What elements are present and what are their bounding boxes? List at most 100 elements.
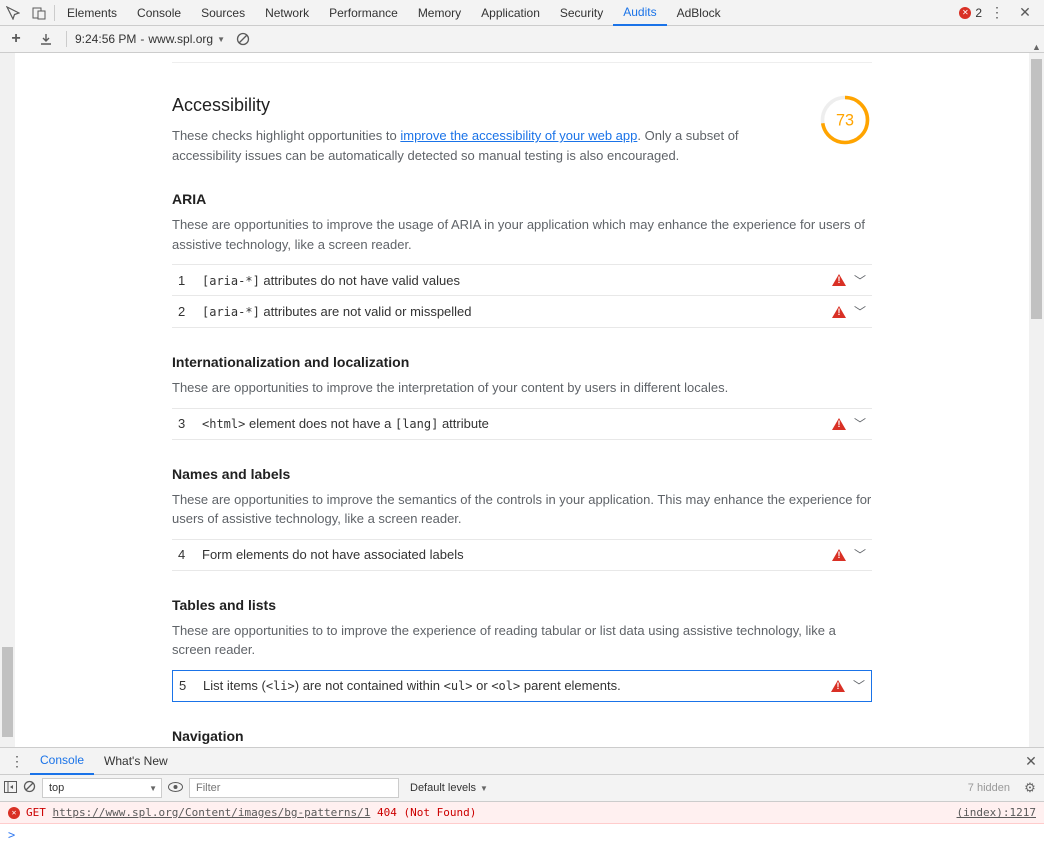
panel-tabs: Elements Console Sources Network Perform…: [57, 0, 959, 26]
scroll-up-icon[interactable]: ▲: [1029, 39, 1044, 54]
audit-issue-row[interactable]: 1 [aria-*] attributes do not have valid …: [172, 264, 872, 296]
space: [370, 806, 377, 819]
chevron-down-icon[interactable]: ﹀: [854, 272, 866, 289]
tab-sources[interactable]: Sources: [191, 0, 255, 26]
scroll-thumb[interactable]: [1031, 59, 1042, 319]
log-levels-dropdown[interactable]: Default levels▼: [405, 779, 493, 797]
console-sidebar-toggle-icon[interactable]: [4, 781, 17, 796]
clear-console-icon[interactable]: [23, 780, 36, 796]
error-count: 2: [975, 6, 982, 20]
request-status: 404 (Not Found): [377, 806, 476, 819]
section-desc-names: These are opportunities to improve the s…: [172, 490, 872, 529]
chevron-down-icon[interactable]: ﹀: [854, 303, 866, 320]
separator: [54, 5, 55, 21]
tab-performance[interactable]: Performance: [319, 0, 408, 26]
score-value: 73: [836, 111, 854, 129]
request-method: GET: [26, 806, 46, 819]
score-legend: Score scale: 90-100 50-89 0-49: [172, 53, 872, 63]
audit-run-label[interactable]: 9:24:56 PM - www.spl.org ▼: [75, 32, 225, 46]
tab-security[interactable]: Security: [550, 0, 613, 26]
issue-text: <html> element does not have a [lang] at…: [202, 416, 832, 431]
issue-mid2: or: [473, 678, 492, 693]
audit-issue-row[interactable]: 3 <html> element does not have a [lang] …: [172, 408, 872, 440]
section-title-nav: Navigation: [172, 728, 872, 744]
separator: [66, 31, 67, 47]
hidden-messages-count[interactable]: 7 hidden: [968, 782, 1014, 794]
issue-number: 4: [178, 547, 202, 562]
issue-code: [aria-*]: [202, 274, 260, 288]
legend-range-fail: 0-49: [848, 53, 872, 56]
warning-icon: [831, 680, 845, 692]
dropdown-caret-icon: ▼: [149, 784, 157, 793]
section-title-names: Names and labels: [172, 466, 872, 482]
issue-code: [aria-*]: [202, 305, 260, 319]
issue-code: <ul>: [444, 679, 473, 693]
error-count-badge[interactable]: 2: [959, 6, 982, 20]
chevron-down-icon[interactable]: ﹀: [854, 415, 866, 432]
live-expression-icon[interactable]: [168, 781, 183, 795]
request-url-link[interactable]: https://www.spl.org/Content/images/bg-pa…: [53, 806, 371, 819]
drawer-tab-console[interactable]: Console: [30, 748, 94, 775]
levels-value: Default levels: [410, 782, 476, 794]
section-title-tables: Tables and lists: [172, 597, 872, 613]
vertical-scrollbar[interactable]: ▲ ▼: [1029, 53, 1044, 747]
issue-text: [aria-*] attributes are not valid or mis…: [202, 304, 832, 319]
issue-code: <li>: [266, 679, 295, 693]
drawer-more-icon[interactable]: ⋮: [4, 753, 30, 770]
inspect-element-icon[interactable]: [0, 0, 26, 26]
section-title-aria: ARIA: [172, 191, 872, 207]
section-desc-aria: These are opportunities to improve the u…: [172, 215, 872, 254]
category-description: These checks highlight opportunities to …: [172, 126, 798, 165]
download-icon[interactable]: [34, 27, 58, 51]
audit-issue-row[interactable]: 5 List items (<li>) are not contained wi…: [172, 670, 872, 702]
chevron-down-icon[interactable]: ﹀: [854, 546, 866, 563]
console-settings-icon[interactable]: ⚙: [1020, 780, 1040, 796]
tab-application[interactable]: Application: [471, 0, 550, 26]
tab-memory[interactable]: Memory: [408, 0, 471, 26]
issue-text: List items (<li>) are not contained with…: [203, 678, 831, 693]
drawer-tab-whatsnew[interactable]: What's New: [94, 748, 178, 775]
new-audit-icon[interactable]: +: [4, 27, 28, 51]
section-desc-i18n: These are opportunities to improve the i…: [172, 378, 872, 398]
audit-content: Score scale: 90-100 50-89 0-49 Accessibi…: [0, 53, 1044, 747]
legend-label: Score scale:: [612, 53, 678, 56]
tab-network[interactable]: Network: [255, 0, 319, 26]
issue-number: 2: [178, 304, 202, 319]
audit-timestamp: 9:24:56 PM: [75, 32, 136, 46]
console-message-row[interactable]: GET https://www.spl.org/Content/images/b…: [0, 802, 1044, 824]
error-icon: [959, 7, 971, 19]
tab-console[interactable]: Console: [127, 0, 191, 26]
label-dash: -: [140, 32, 144, 46]
audits-subbar: + 9:24:56 PM - www.spl.org ▼: [0, 26, 1044, 53]
tab-elements[interactable]: Elements: [57, 0, 127, 26]
source-link[interactable]: (index):1217: [957, 806, 1036, 819]
device-toolbar-icon[interactable]: [26, 0, 52, 26]
console-prompt[interactable]: >: [0, 824, 1044, 846]
execution-context-dropdown[interactable]: top ▼: [42, 778, 162, 798]
tab-audits[interactable]: Audits: [613, 0, 666, 26]
clear-icon[interactable]: [231, 27, 255, 51]
issue-post: attribute: [438, 416, 489, 431]
context-value: top: [49, 782, 64, 794]
legend-range-pass: 90-100: [712, 53, 749, 56]
warning-icon: [832, 274, 846, 286]
issue-code: <html>: [202, 417, 245, 431]
issue-text: Form elements do not have associated lab…: [202, 547, 832, 562]
issue-mid: element does not have a: [245, 416, 395, 431]
warning-icon: [832, 549, 846, 561]
drawer-close-icon[interactable]: ✕: [1018, 753, 1044, 770]
chevron-down-icon[interactable]: ﹀: [853, 677, 865, 694]
issue-number: 5: [179, 678, 203, 693]
issue-pre: List items (: [203, 678, 266, 693]
console-controls: top ▼ Default levels▼ 7 hidden ⚙: [0, 775, 1044, 802]
close-devtools-icon[interactable]: ✕: [1012, 0, 1038, 26]
cat-desc-pre: These checks highlight opportunities to: [172, 128, 400, 143]
console-filter-input[interactable]: [189, 778, 399, 798]
accessibility-docs-link[interactable]: improve the accessibility of your web ap…: [400, 128, 637, 143]
more-options-icon[interactable]: ⋮: [990, 4, 1004, 21]
tab-adblock[interactable]: AdBlock: [667, 0, 731, 26]
issue-post: parent elements.: [520, 678, 620, 693]
audit-issue-row[interactable]: 4 Form elements do not have associated l…: [172, 539, 872, 571]
issue-code: <ol>: [491, 679, 520, 693]
audit-issue-row[interactable]: 2 [aria-*] attributes are not valid or m…: [172, 296, 872, 328]
